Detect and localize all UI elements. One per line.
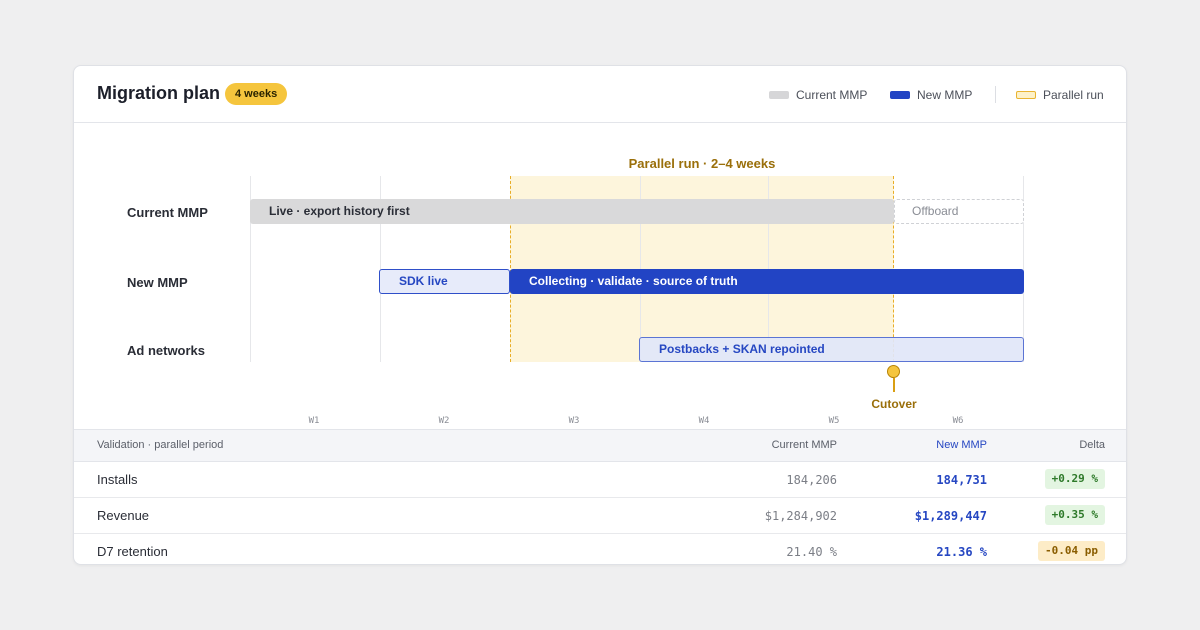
week-tick-label: W1	[308, 416, 320, 426]
legend-label: Parallel run	[1043, 88, 1104, 102]
bar-new-sdk-live[interactable]: SDK live	[379, 269, 510, 294]
bar-ad-networks-postbacks[interactable]: Postbacks + SKAN repointed	[639, 337, 1024, 362]
week-tick-label: W2	[438, 416, 450, 426]
duration-badge: 4 weeks	[225, 83, 288, 105]
week-tick-label: W4	[698, 416, 710, 426]
metric-label: Revenue	[97, 508, 150, 523]
legend-divider	[995, 86, 996, 103]
week-tick-label: W3	[568, 416, 580, 426]
cutover-stem	[892, 378, 895, 392]
table-row-revenue: Revenue $1,284,902 $1,289,447 +0.35 %	[74, 498, 1126, 534]
delta-badge: +0.29 %	[1044, 469, 1105, 489]
current-mmp-value: 184,206	[786, 473, 837, 487]
column-header-validation: Validation · parallel period	[97, 439, 224, 451]
bar-current-offboard[interactable]: Offboard	[894, 199, 1024, 224]
legend-swatch-new-mmp	[890, 91, 910, 99]
row-label-current-mmp: Current MMP	[127, 205, 208, 220]
metric-label: Installs	[97, 472, 138, 487]
table-row-d7-retention: D7 retention 21.40 % 21.36 % -0.04 pp	[74, 534, 1126, 564]
column-header-delta: Delta	[1079, 439, 1105, 451]
page-title: Migration plan	[97, 83, 220, 103]
delta-badge: -0.04 pp	[1038, 541, 1105, 561]
table-header: Validation · parallel period Current MMP…	[74, 429, 1126, 462]
bar-current-live[interactable]: Live · export history first	[250, 199, 894, 224]
cutover-label: Cutover	[871, 397, 917, 411]
table-row-installs: Installs 184,206 184,731 +0.29 %	[74, 462, 1126, 498]
parallel-run-label: Parallel run · 2–4 weeks	[628, 156, 776, 171]
card-header: Migration plan 4 weeks Current MMP New M…	[74, 66, 1126, 123]
row-label-new-mmp: New MMP	[127, 275, 188, 290]
row-label-ad-networks: Ad networks	[127, 343, 206, 358]
legend-item-new-mmp: New MMP	[890, 87, 972, 103]
legend-label: New MMP	[917, 88, 973, 102]
new-mmp-value: 184,731	[936, 473, 987, 487]
current-mmp-value: $1,284,902	[764, 509, 837, 523]
bar-new-collecting[interactable]: Collecting · validate · source of truth	[510, 269, 1024, 294]
new-mmp-value: $1,289,447	[914, 509, 987, 523]
delta-badge: +0.35 %	[1044, 505, 1105, 525]
week-tick-label: W6	[952, 416, 964, 426]
metric-label: D7 retention	[97, 544, 168, 559]
cutover-marker[interactable]	[887, 365, 900, 378]
legend-swatch-parallel-run	[1016, 91, 1036, 99]
column-header-current-mmp: Current MMP	[771, 439, 837, 451]
column-header-new-mmp: New MMP	[936, 439, 987, 451]
legend-item-parallel-run: Parallel run	[1016, 87, 1104, 103]
current-mmp-value: 21.40 %	[786, 545, 837, 559]
legend-item-current-mmp: Current MMP	[769, 87, 867, 103]
week-tick-label: W5	[828, 416, 840, 426]
validation-table: Validation · parallel period Current MMP…	[74, 429, 1126, 564]
migration-timeline: Parallel run · 2–4 weeks Current MMP New…	[74, 124, 1126, 430]
migration-plan-card: Migration plan 4 weeks Current MMP New M…	[73, 65, 1127, 565]
legend-swatch-current-mmp	[769, 91, 789, 99]
legend-label: Current MMP	[796, 88, 868, 102]
new-mmp-value: 21.36 %	[936, 545, 987, 559]
